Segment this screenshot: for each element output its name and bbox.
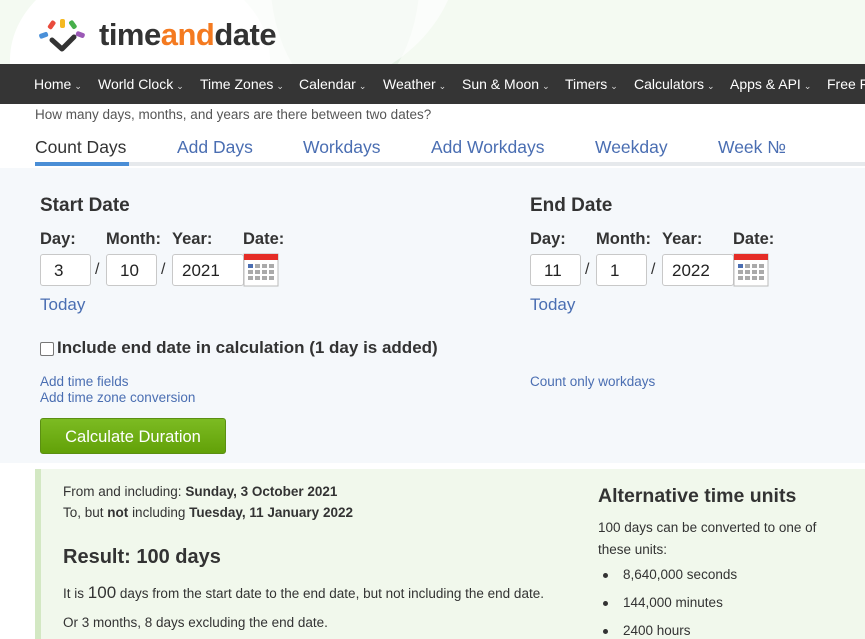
active-tab-indicator [35, 162, 129, 166]
tab-add-days[interactable]: Add Days [177, 137, 253, 158]
calendar-icon[interactable] [243, 253, 279, 287]
nav-free-fun[interactable]: Free F [827, 64, 865, 104]
tab-add-workdays[interactable]: Add Workdays [431, 137, 544, 158]
logo-icon[interactable] [36, 18, 92, 54]
end-date-heading: End Date [530, 195, 613, 216]
nav-timers[interactable]: Timers ⌄ [565, 64, 618, 104]
start-today-link[interactable]: Today [40, 295, 85, 315]
start-day-label: Day: [40, 230, 76, 248]
end-year-label: Year: [662, 230, 703, 248]
end-month-label: Month: [596, 230, 651, 248]
list-item: 144,000 minutes [603, 595, 723, 610]
from-date: Sunday, 3 October 2021 [185, 484, 338, 499]
include-end-date-checkbox[interactable] [40, 342, 54, 356]
include-end-date-label[interactable]: Include end date in calculation (1 day i… [57, 338, 438, 358]
to-line: To, but not including Tuesday, 11 Januar… [63, 505, 353, 520]
date-separator: / [95, 261, 100, 278]
add-time-fields-link[interactable]: Add time fields [40, 374, 129, 389]
from-line: From and including: Sunday, 3 October 20… [63, 484, 338, 499]
site-header: timeanddate [0, 0, 865, 64]
list-item: 2400 hours [603, 623, 691, 638]
chevron-down-icon: ⌄ [707, 81, 715, 91]
chevron-down-icon: ⌄ [542, 81, 550, 91]
to-date: Tuesday, 11 January 2022 [189, 505, 353, 520]
tab-workdays[interactable]: Workdays [303, 137, 380, 158]
end-today-link[interactable]: Today [530, 295, 575, 315]
result-explanation: It is 100 days from the start date to th… [63, 583, 544, 602]
result-heading: Result: 100 days [63, 546, 221, 568]
chevron-down-icon: ⌄ [176, 81, 184, 91]
end-day-label: Day: [530, 230, 566, 248]
nav-calculators[interactable]: Calculators ⌄ [634, 64, 715, 104]
start-day-input[interactable]: 3 [40, 254, 91, 286]
date-separator: / [161, 261, 166, 278]
alternative-units-intro: 100 days can be converted to one of thes… [598, 520, 817, 557]
add-timezone-conversion-link[interactable]: Add time zone conversion [40, 390, 195, 405]
tab-underline [35, 162, 865, 166]
nav-home[interactable]: Home ⌄ [34, 64, 82, 104]
chevron-down-icon: ⌄ [74, 81, 82, 91]
tab-week-number[interactable]: Week № [718, 137, 786, 158]
start-year-label: Year: [172, 230, 213, 248]
end-day-input[interactable]: 11 [530, 254, 581, 286]
tab-count-days[interactable]: Count Days [35, 137, 126, 158]
main-nav: Home ⌄ World Clock ⌄ Time Zones ⌄ Calendar ⌄… [0, 64, 865, 104]
end-date-label: Date: [733, 230, 775, 248]
brand-wordmark[interactable]: timeanddate [99, 16, 277, 54]
start-month-input[interactable]: 10 [106, 254, 157, 286]
start-month-label: Month: [106, 230, 161, 248]
end-month-input[interactable]: 1 [596, 254, 647, 286]
end-year-input[interactable]: 2022 [662, 254, 734, 286]
date-separator: / [651, 261, 656, 278]
nav-sun-moon[interactable]: Sun & Moon ⌄ [462, 64, 550, 104]
chevron-down-icon: ⌄ [803, 81, 812, 91]
date-separator: / [585, 261, 590, 278]
calculate-duration-button[interactable]: Calculate Duration [40, 418, 226, 454]
nav-weather[interactable]: Weather ⌄ [383, 64, 446, 104]
start-date-label: Date: [243, 230, 285, 248]
result-months-line: Or 3 months, 8 days excluding the end da… [63, 615, 328, 630]
start-date-heading: Start Date [40, 195, 130, 216]
chevron-down-icon: ⌄ [276, 81, 284, 91]
start-year-input[interactable]: 2021 [172, 254, 244, 286]
nav-apps-api[interactable]: Apps & API ⌄ [730, 64, 811, 104]
nav-world-clock[interactable]: World Clock ⌄ [98, 64, 184, 104]
chevron-down-icon: ⌄ [358, 81, 367, 91]
alternative-units-heading: Alternative time units [598, 485, 797, 507]
list-item: 8,640,000 seconds [603, 567, 737, 582]
page-subtitle: How many days, months, and years are the… [35, 107, 432, 122]
result-accent-bar [35, 469, 41, 639]
nav-calendar[interactable]: Calendar ⌄ [299, 64, 366, 104]
nav-time-zones[interactable]: Time Zones ⌄ [200, 64, 284, 104]
count-workdays-link[interactable]: Count only workdays [530, 374, 655, 389]
tab-weekday[interactable]: Weekday [595, 137, 668, 158]
calendar-icon[interactable] [733, 253, 769, 287]
chevron-down-icon: ⌄ [438, 81, 447, 91]
chevron-down-icon: ⌄ [610, 81, 618, 91]
